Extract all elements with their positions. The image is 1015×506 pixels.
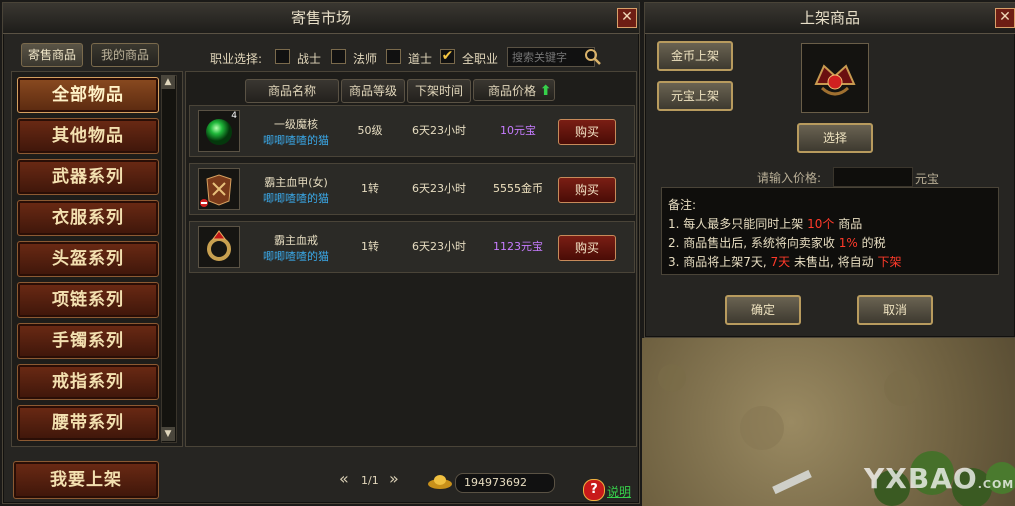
category-rings[interactable]: 戒指系列 [17,364,159,400]
price-unit: 元宝 [915,172,940,186]
tab-consignment[interactable]: 寄售商品 [21,43,83,67]
sidebar-scrollbar[interactable] [161,75,177,443]
tab-my-items[interactable]: 我的商品 [91,43,159,67]
item-price: 10元宝 [500,124,536,137]
checkmark-icon: ✔ [441,48,454,64]
page-indicator: 1/1 [361,474,379,487]
category-weapons[interactable]: 武器系列 [17,159,159,195]
item-level: 1转 [361,182,379,195]
listing-title: 上架商品 [645,3,1015,34]
game-world-view: YXBAO.COM [642,338,1015,506]
mage-label: 法师 [353,52,378,66]
cancel-button[interactable]: 取消 [857,295,933,325]
gold-ingot-icon [427,473,453,489]
taoist-checkbox[interactable] [386,49,401,64]
table-row: 霸主血甲(女) 唧唧喳喳的猫 1转 6天23小时 5555金币 购买 [189,163,635,215]
col-header-price[interactable]: 商品价格 ⬆ [473,79,555,101]
help-icon[interactable]: ? [583,479,605,501]
category-helmets[interactable]: 头盔系列 [17,241,159,277]
taoist-label: 道士 [408,52,433,66]
note-line: 1. 每人最多只能同时上架 10个 商品 [668,217,863,231]
gold-list-button[interactable]: 金币上架 [657,41,733,71]
armor-icon [200,174,232,207]
listing-panel: 上架商品 ✕ 金币上架 元宝上架 选择 请输入价格: 元宝 备注: 1. 每人最… [644,2,1015,338]
col-header-price-label: 商品价格 [488,84,537,98]
search-icon[interactable] [583,47,603,67]
category-other[interactable]: 其他物品 [17,118,159,154]
search-input[interactable] [507,47,595,67]
col-header-name[interactable]: 商品名称 [245,79,339,103]
all-classes-label: 全职业 [462,52,499,66]
buy-button[interactable]: 购买 [558,235,616,261]
warrior-label: 战士 [297,52,322,66]
yuanbao-list-button[interactable]: 元宝上架 [657,81,733,111]
select-item-button[interactable]: 选择 [797,123,873,153]
item-price: 1123元宝 [493,240,543,253]
seller-name[interactable]: 唧唧喳喳的猫 [246,132,346,147]
col-header-level[interactable]: 商品等级 [341,79,405,103]
class-filter-label: 职业选择: [210,52,263,66]
item-price: 5555金币 [493,182,543,195]
confirm-button[interactable]: 确定 [725,295,801,325]
help-link[interactable]: 说明 [607,483,631,500]
item-name: 霸主血戒 [274,234,318,247]
table-row: 霸主血戒 唧唧喳喳的猫 1转 6天23小时 1123元宝 购买 [189,221,635,273]
category-belts[interactable]: 腰带系列 [17,405,159,441]
notes-box: 备注: 1. 每人最多只能同时上架 10个 商品 2. 商品售出后, 系统将向卖… [661,187,999,275]
buy-button[interactable]: 购买 [558,177,616,203]
item-icon-frame[interactable] [198,226,240,268]
crown-icon [814,64,856,96]
category-bracelets[interactable]: 手镯系列 [17,323,159,359]
sort-up-arrow-icon: ⬆ [539,83,552,99]
seller-name[interactable]: 唧唧喳喳的猫 [246,248,346,263]
next-page-icon[interactable]: » [389,471,405,487]
seller-name[interactable]: 唧唧喳喳的猫 [246,190,346,205]
buy-button[interactable]: 购买 [558,119,616,145]
warrior-checkbox[interactable] [275,49,290,64]
price-label: 请输入价格: [757,171,822,185]
scroll-down-arrow-icon[interactable]: ▼ [161,427,175,441]
category-armor[interactable]: 衣服系列 [17,200,159,236]
note-line: 3. 商品将上架7天, 7天 未售出, 将自动 下架 [668,255,902,269]
category-all[interactable]: 全部物品 [17,77,159,113]
market-panel: 寄售市场 ✕ 寄售商品 我的商品 职业选择: 战士 法师 道士 ✔ 全职业 全部… [2,2,640,504]
ring-icon [207,230,231,261]
prev-page-icon[interactable]: « [339,471,355,487]
market-title: 寄售市场 [3,3,639,34]
market-close-button[interactable]: ✕ [617,8,637,28]
item-name: 一级魔核 [274,118,318,131]
item-name: 霸主血甲(女) [264,176,328,189]
all-classes-checkbox[interactable]: ✔ [440,49,455,64]
category-necklaces[interactable]: 项链系列 [17,282,159,318]
mage-checkbox[interactable] [331,49,346,64]
item-icon-frame[interactable] [198,168,240,210]
listing-close-button[interactable]: ✕ [995,8,1015,28]
item-icon-frame[interactable]: 4 [198,110,240,152]
balance-display: 194973692 [455,473,555,493]
watermark-logo: YXBAO.COM [864,462,1015,495]
note-line: 2. 商品售出后, 系统将向卖家收 1% 的税 [668,236,886,250]
item-level: 1转 [361,240,379,253]
table-row: 4 一级魔核 唧唧喳喳的猫 50级 6天23小时 10元宝 购买 [189,105,635,157]
item-time: 6天23小时 [412,182,466,195]
notes-title: 备注: [668,198,697,212]
col-header-time[interactable]: 下架时间 [407,79,471,103]
item-time: 6天23小时 [412,124,466,137]
item-slot[interactable] [801,43,869,113]
item-level: 50级 [357,124,383,137]
item-time: 6天23小时 [412,240,466,253]
scroll-up-arrow-icon[interactable]: ▲ [161,75,175,89]
price-input[interactable] [833,167,913,187]
sell-item-button[interactable]: 我要上架 [13,461,159,499]
item-quantity: 4 [231,111,237,121]
